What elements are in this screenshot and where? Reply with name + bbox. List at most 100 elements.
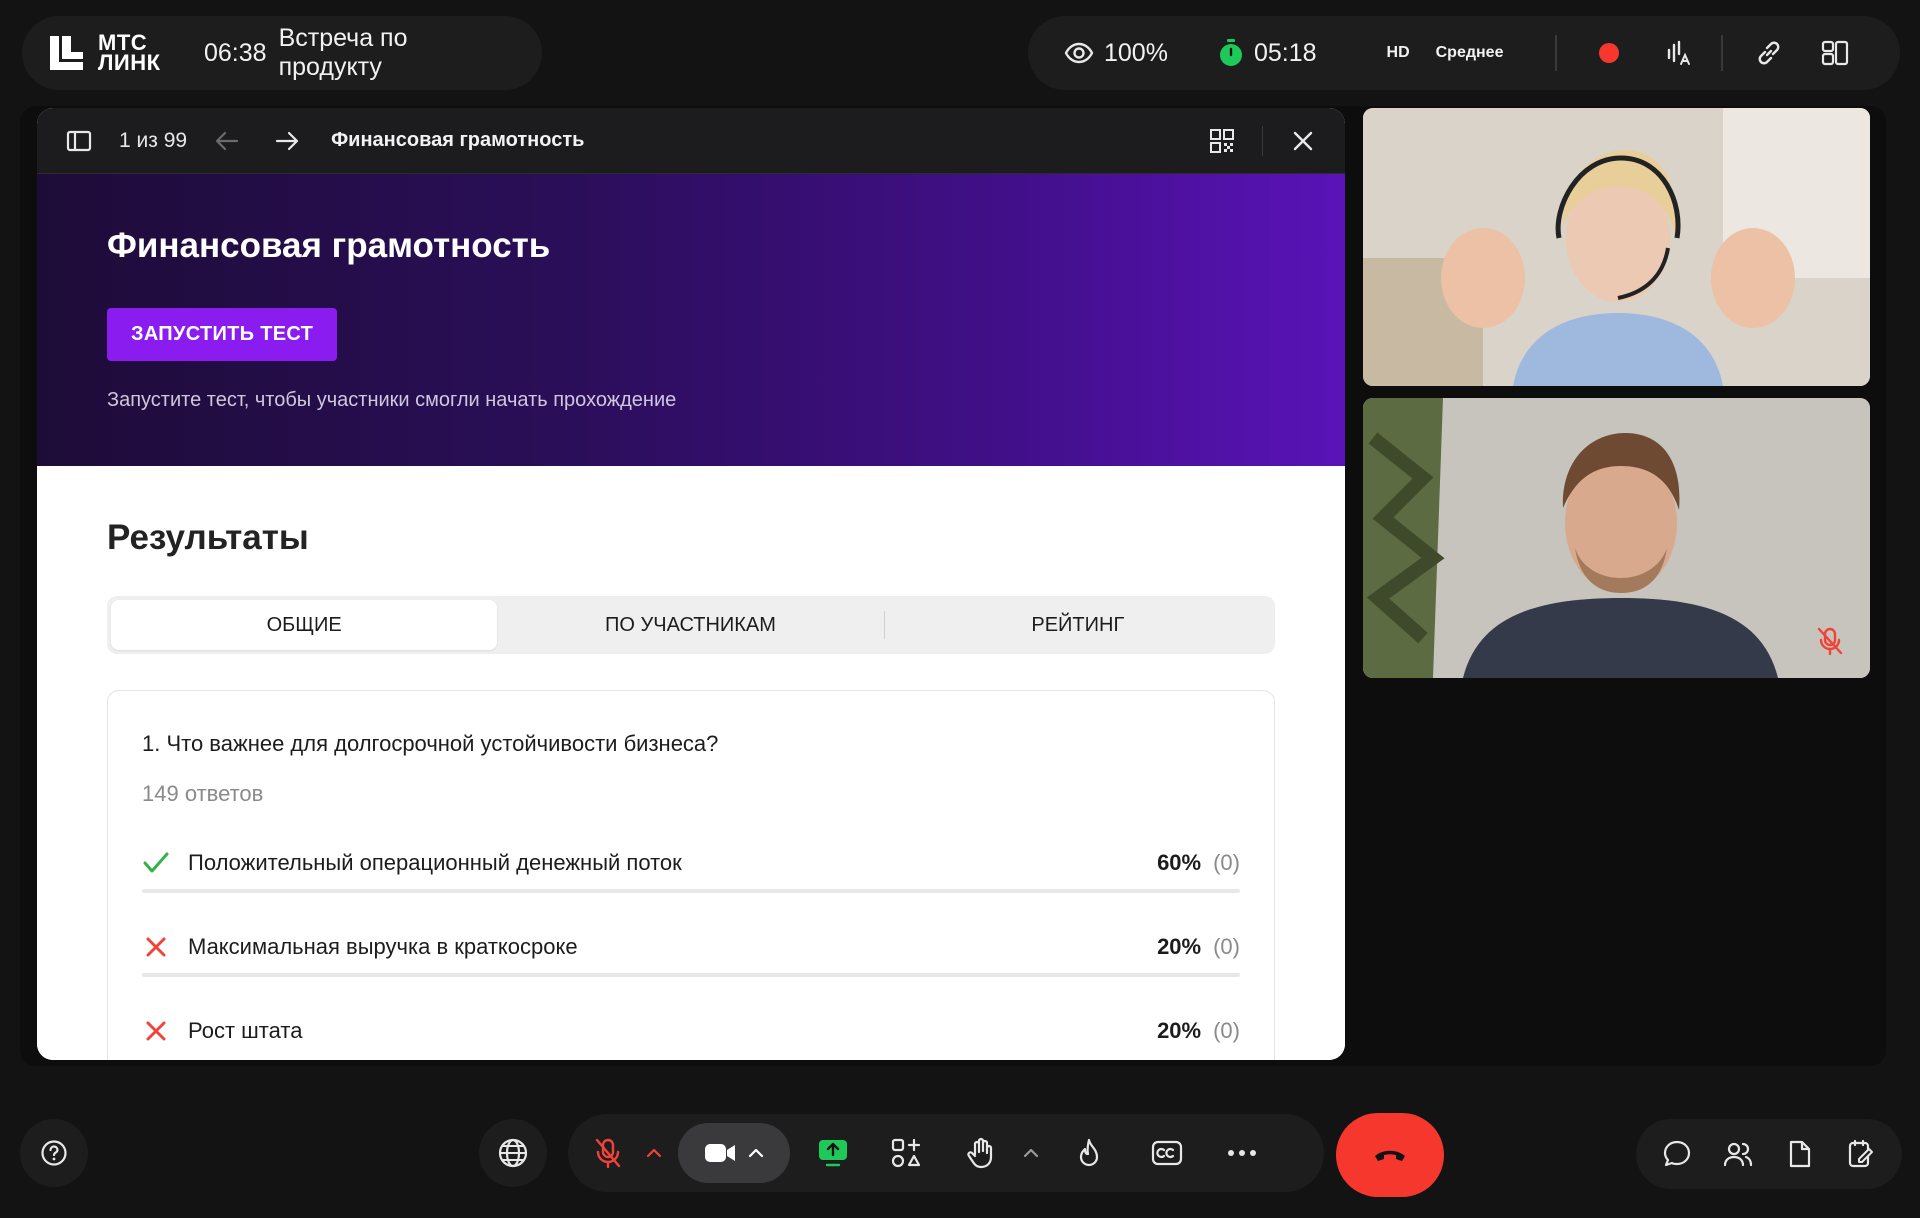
answer-item: Максимальная выручка в краткосроке 20% (… <box>142 925 1240 985</box>
arrow-left-icon <box>215 131 239 150</box>
camera-button[interactable] <box>678 1123 790 1183</box>
test-hint: Запустите тест, чтобы участники смогли н… <box>107 389 677 411</box>
participant-video-tile[interactable] <box>1363 108 1870 386</box>
apps-icon <box>891 1138 921 1168</box>
notes-icon <box>1849 1139 1874 1168</box>
test-title: Финансовая грамотность <box>107 226 551 265</box>
chat-button[interactable] <box>1657 1134 1697 1174</box>
tab-by-participants[interactable]: ПО УЧАСТНИКАМ <box>497 600 883 650</box>
viewers-indicator[interactable]: 100% <box>1064 39 1168 68</box>
start-test-button[interactable]: ЗАПУСТИТЬ ТЕСТ <box>107 308 338 361</box>
answer-percent: 20% <box>1157 1018 1202 1043</box>
microphone-options-button[interactable] <box>640 1123 668 1183</box>
reactions-button[interactable] <box>1046 1123 1132 1183</box>
raise-hand-icon <box>967 1137 993 1169</box>
tab-general[interactable]: ОБЩИЕ <box>111 600 498 650</box>
viewers-percent: 100% <box>1104 38 1168 67</box>
apps-button[interactable] <box>866 1123 946 1183</box>
chat-icon <box>1663 1140 1690 1167</box>
raise-hand-button[interactable] <box>946 1123 1016 1183</box>
question-title: 1. Что важнее для долгосрочной устойчиво… <box>142 731 719 756</box>
muted-mic-icon <box>1816 626 1844 656</box>
end-call-button[interactable] <box>1336 1113 1444 1197</box>
cross-icon <box>142 933 170 961</box>
screen-share-button[interactable] <box>800 1123 866 1183</box>
recording-button[interactable] <box>1589 33 1629 73</box>
toggle-sidebar-button[interactable] <box>59 121 99 161</box>
meeting-time: 06:38 <box>204 38 267 67</box>
logo-line2: ЛИНК <box>98 50 161 75</box>
close-icon <box>1293 131 1313 150</box>
call-controls <box>568 1114 1324 1192</box>
side-panel-controls <box>1636 1119 1902 1189</box>
answer-text: Максимальная выручка в краткосроке <box>188 934 578 959</box>
answer-count: (0) <box>1213 850 1240 875</box>
tab-rating[interactable]: РЕЙТИНГ <box>885 600 1271 650</box>
help-button[interactable] <box>20 1119 88 1187</box>
answer-text: Рост штата <box>188 1018 303 1043</box>
results-section: Результаты ОБЩИЕ ПО УЧАСТНИКАМ РЕЙТИНГ 1… <box>37 466 1345 1060</box>
meeting-timer: 05:18 <box>1218 39 1317 68</box>
cross-icon <box>142 1017 170 1045</box>
eye-icon <box>1064 42 1094 64</box>
divider <box>1721 35 1724 71</box>
layout-icon <box>1822 40 1849 66</box>
timer-value: 05:18 <box>1253 38 1317 67</box>
globe-icon <box>498 1138 528 1168</box>
close-presentation-button[interactable] <box>1283 121 1323 161</box>
qr-code-button[interactable] <box>1202 121 1242 161</box>
previous-slide-button[interactable] <box>207 121 247 161</box>
sidebar-icon <box>66 130 92 151</box>
more-icon <box>1228 1150 1256 1156</box>
audio-levels-icon <box>1668 40 1691 65</box>
chevron-up-icon <box>646 1148 662 1158</box>
noise-suppression-button[interactable] <box>1659 33 1699 73</box>
qr-code-icon <box>1210 128 1234 153</box>
hd-badge: HD <box>1386 44 1410 61</box>
copy-link-button[interactable] <box>1749 33 1789 73</box>
test-hero-banner: Финансовая грамотность ЗАПУСТИТЬ ТЕСТ За… <box>37 174 1345 466</box>
results-tabs: ОБЩИЕ ПО УЧАСТНИКАМ РЕЙТИНГ <box>107 596 1275 654</box>
language-button[interactable] <box>479 1119 547 1187</box>
link-icon <box>1759 41 1780 65</box>
answer-text: Положительный операционный денежный пото… <box>188 850 682 875</box>
meeting-info-bar: МТС ЛИНК 06:38 Встреча по продукту <box>22 16 542 90</box>
people-icon <box>1724 1142 1753 1167</box>
answer-percent: 60% <box>1157 850 1202 875</box>
fire-icon <box>1079 1138 1099 1167</box>
presentation-title: Финансовая грамотность <box>331 129 585 151</box>
more-button[interactable] <box>1202 1123 1282 1183</box>
divider <box>1262 125 1263 156</box>
layout-button[interactable] <box>1815 33 1855 73</box>
participant-video-woman <box>1363 108 1870 386</box>
participants-button[interactable] <box>1718 1134 1758 1174</box>
meeting-title: Встреча по продукту <box>278 24 408 81</box>
meeting-status-bar: 100% 05:18 HD Среднее <box>1028 16 1900 90</box>
chevron-up-icon[interactable] <box>748 1148 764 1158</box>
participant-video-tile[interactable] <box>1363 398 1870 678</box>
arrow-right-icon <box>275 131 299 150</box>
answer-count: (0) <box>1213 934 1240 959</box>
raise-hand-options-button[interactable] <box>1016 1123 1046 1183</box>
results-title: Результаты <box>107 518 309 557</box>
answer-percent: 20% <box>1157 934 1202 959</box>
timer-icon <box>1219 39 1242 66</box>
end-call-icon <box>1375 1150 1405 1161</box>
camera-icon <box>705 1144 735 1162</box>
next-slide-button[interactable] <box>267 121 307 161</box>
presentation-panel: 1 из 99 Финансовая грамотность Финансова… <box>37 108 1345 1060</box>
notes-button[interactable] <box>1841 1134 1881 1174</box>
mts-link-logo: МТС ЛИНК <box>48 32 178 75</box>
divider <box>1555 35 1558 71</box>
answers-list: Положительный операционный денежный пото… <box>142 841 1240 1060</box>
question-icon <box>41 1140 67 1166</box>
captions-button[interactable] <box>1132 1123 1202 1183</box>
cc-icon <box>1151 1140 1183 1166</box>
answer-progress-bar <box>142 973 1240 977</box>
quality-selector[interactable]: HD Среднее <box>1387 44 1504 62</box>
microphone-button[interactable] <box>576 1123 640 1183</box>
files-button[interactable] <box>1780 1134 1820 1174</box>
chevron-up-icon <box>1023 1148 1039 1158</box>
slide-counter: 1 из 99 <box>119 128 188 152</box>
presentation-toolbar: 1 из 99 Финансовая грамотность <box>37 108 1345 174</box>
